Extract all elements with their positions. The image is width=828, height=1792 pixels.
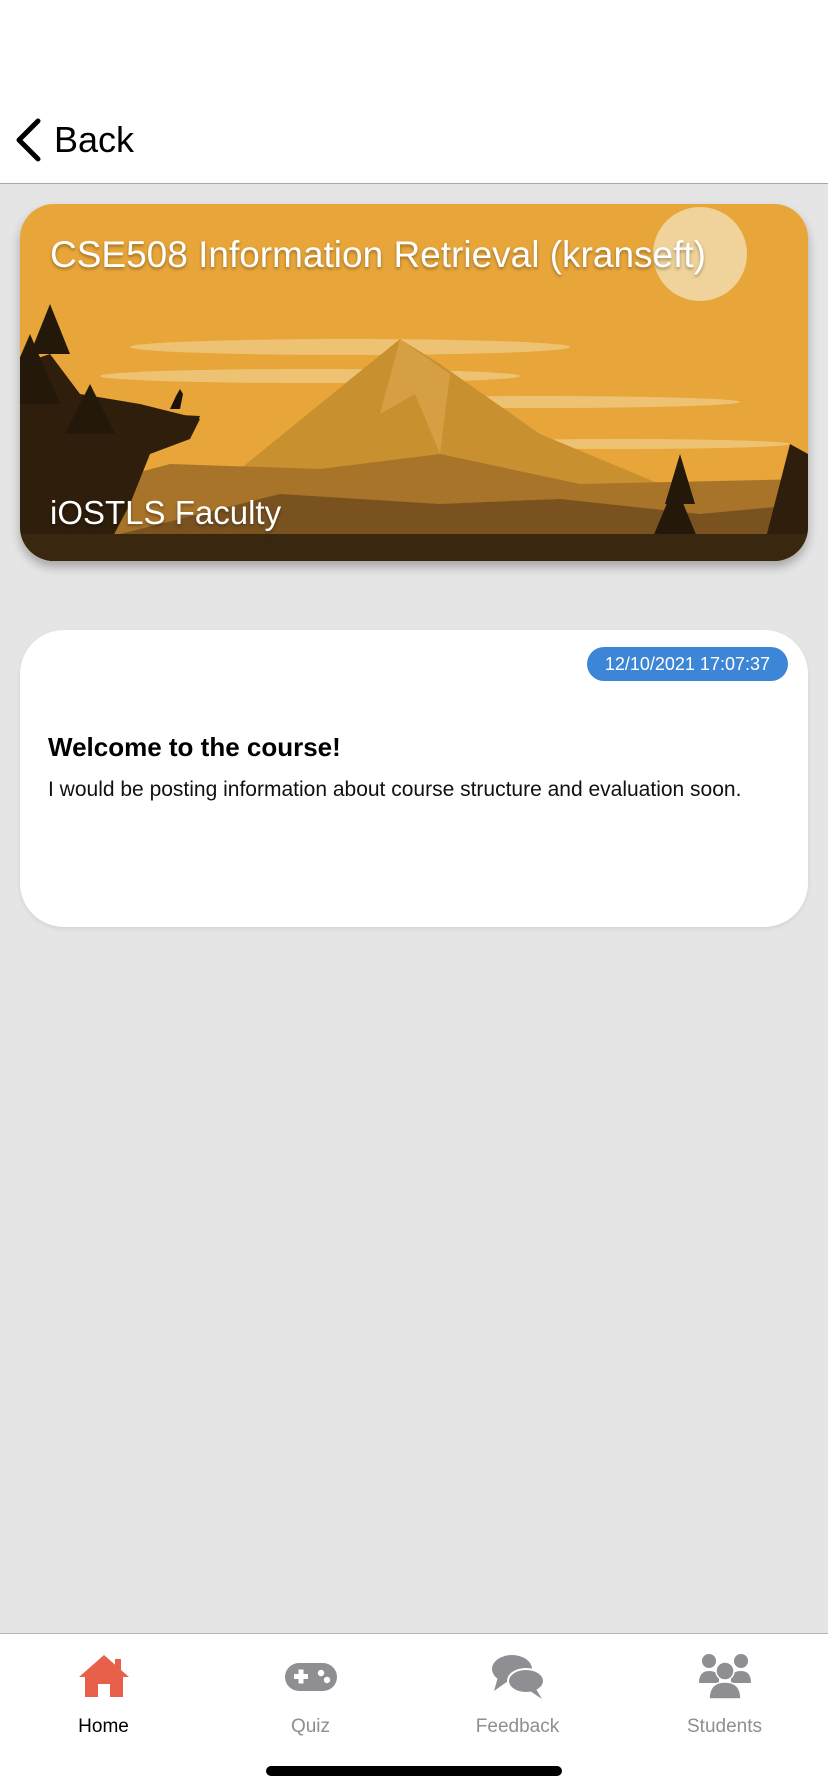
navigation-bar: Back: [0, 0, 828, 184]
tab-students[interactable]: Students: [621, 1648, 828, 1748]
app-screen: Back CSE508 Information Retrieval (krans…: [0, 0, 828, 1792]
back-button[interactable]: Back: [14, 116, 134, 164]
timestamp-badge: 12/10/2021 17:07:37: [586, 647, 788, 681]
course-title: CSE508 Information Retrieval (kranseft): [50, 234, 706, 275]
back-label: Back: [54, 119, 135, 160]
tab-quiz[interactable]: Quiz: [207, 1648, 414, 1748]
chevron-left-icon: [16, 118, 41, 162]
announcement-body: I would be posting information about cou…: [48, 778, 742, 801]
tab-home[interactable]: Home: [0, 1648, 207, 1748]
announcement-card[interactable]: 12/10/2021 17:07:37 Welcome to the cours…: [20, 630, 808, 927]
tab-students-label: Students: [687, 1716, 762, 1737]
gamepad-icon: [284, 1663, 337, 1691]
users-icon: [698, 1654, 751, 1700]
tab-feedback[interactable]: Feedback: [414, 1648, 621, 1748]
announcement-title: Welcome to the course!: [48, 732, 341, 762]
course-banner: CSE508 Information Retrieval (kranseft) …: [20, 204, 808, 561]
tab-quiz-label: Quiz: [290, 1716, 331, 1737]
tab-home-label: Home: [78, 1716, 129, 1737]
home-icon: [78, 1655, 129, 1697]
home-indicator[interactable]: [266, 1766, 562, 1776]
course-faculty: iOSTLS Faculty: [50, 494, 282, 531]
chat-bubbles-icon: [491, 1655, 545, 1699]
tab-feedback-label: Feedback: [475, 1716, 560, 1737]
